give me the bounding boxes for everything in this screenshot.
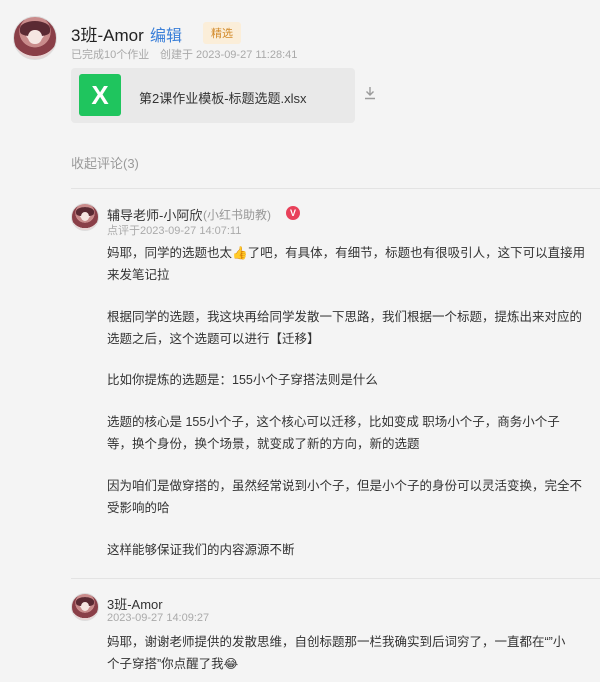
comment-time: 点评于2023-09-27 14:07:11 xyxy=(107,225,242,237)
comment-paragraph: 这样能够保证我们的内容源源不断 xyxy=(107,543,295,557)
collapse-comments-link[interactable]: 收起评论(3) xyxy=(71,153,139,172)
comment-time: 2023-09-27 14:09:27 xyxy=(107,612,210,624)
download-icon[interactable] xyxy=(364,86,376,103)
comment-paragraph: 妈耶，谢谢老师提供的发散思维，自创标题那一栏我确实到后词穷了，一直都在“”小 个… xyxy=(107,635,566,671)
user-avatar[interactable] xyxy=(13,16,57,60)
excel-file-icon: X xyxy=(79,74,121,116)
file-attachment[interactable]: X 第2课作业模板-标题选题.xlsx xyxy=(71,68,355,123)
commenter-avatar[interactable] xyxy=(71,203,99,231)
featured-badge: 精选 xyxy=(203,22,241,44)
comment-paragraph: 根据同学的选题，我这块再给同学发散一下思路，我们根据一个标题，提炼出来对应的 选… xyxy=(107,310,583,346)
edit-link[interactable]: 编辑 xyxy=(150,22,182,46)
comments-divider xyxy=(71,188,600,189)
comment-paragraph: 选题的核心是 155小个子，这个核心可以迁移，比如变成 职场小个子，商务小个子 … xyxy=(107,415,560,451)
created-time: 创建于 2023-09-27 11:28:41 xyxy=(160,49,298,61)
commenter-avatar[interactable] xyxy=(71,593,99,621)
comment-paragraph: 因为咱们是做穿搭的，虽然经常说到小个子，但是小个子的身份可以灵活变换，完全不 受… xyxy=(107,479,583,515)
comment-paragraph: 妈耶，同学的选题也太👍了吧，有具体，有细节，标题也有很吸引人，这下可以直接用 来… xyxy=(107,246,586,282)
comment-divider xyxy=(71,578,600,579)
completed-count: 已完成10个作业 xyxy=(71,49,150,61)
user-name: 3班-Amor xyxy=(71,26,144,45)
verified-badge-icon: V xyxy=(286,206,300,220)
comment-paragraph: 比如你提炼的选题是：155小个子穿搭法则是什么 xyxy=(107,373,378,387)
comment-author-role: (小红书助教) xyxy=(203,208,271,222)
comment-author[interactable]: 3班-Amor xyxy=(107,594,163,613)
file-name: 第2课作业模板-标题选题.xlsx xyxy=(139,91,307,106)
